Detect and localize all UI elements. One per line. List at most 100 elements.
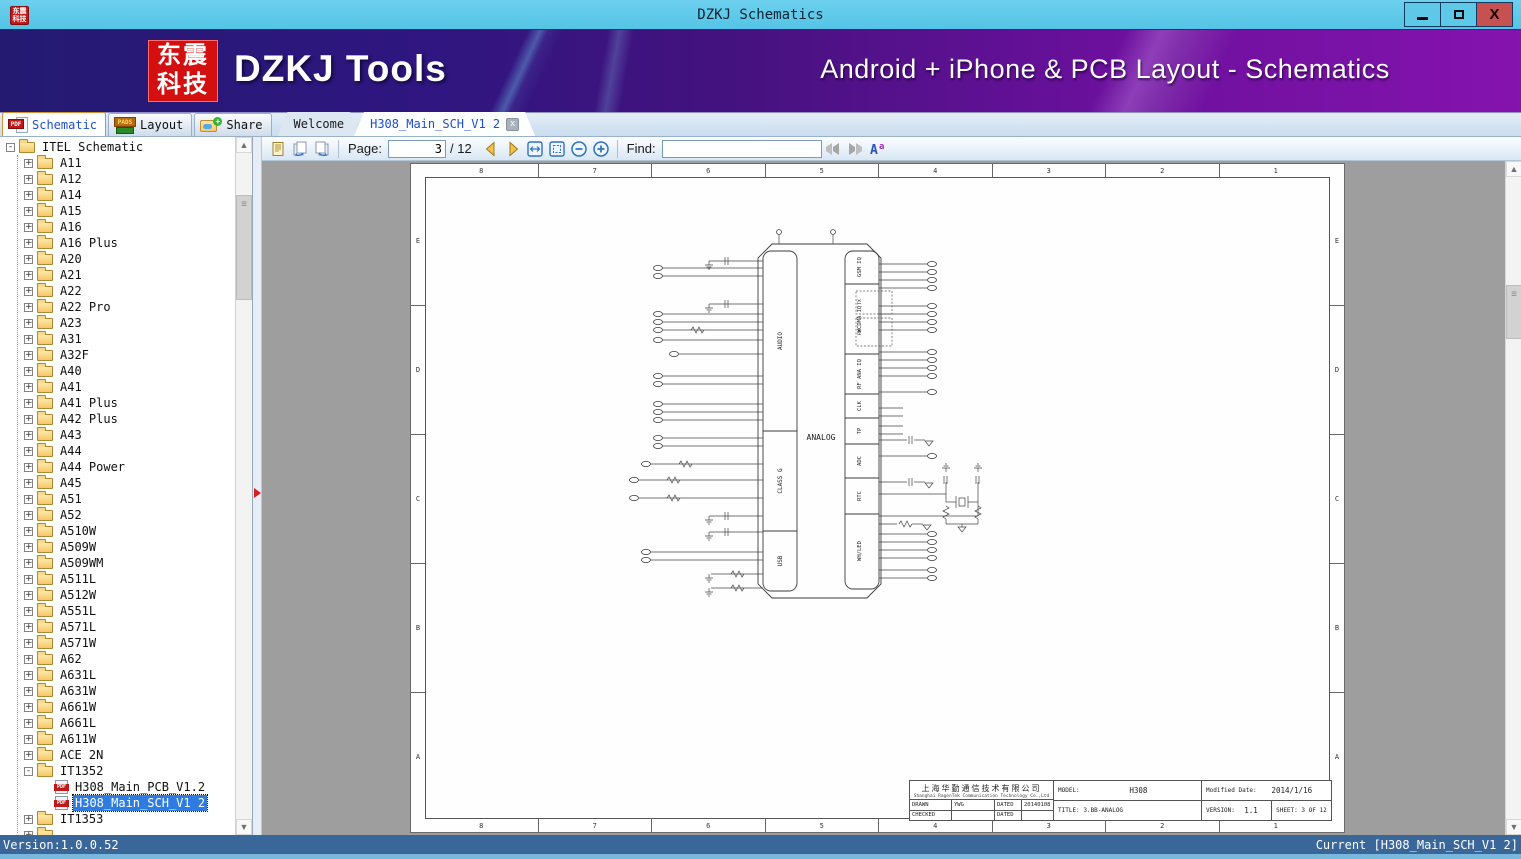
expand-icon[interactable]: + <box>24 702 33 712</box>
tree-item[interactable]: + A510W <box>0 522 235 539</box>
tree-item[interactable]: + A41 Plus <box>0 394 235 411</box>
tree-item[interactable]: + A511L <box>0 570 235 587</box>
tree-item-label[interactable]: A12 <box>58 171 84 187</box>
tree-item-label[interactable]: A45 <box>58 475 84 491</box>
expand-icon[interactable]: + <box>24 238 33 248</box>
tree-item-label[interactable]: A21 <box>58 267 84 283</box>
snapshot-prev-button[interactable] <box>289 138 311 159</box>
tree-item-label[interactable]: ITEL Schematic <box>40 139 145 155</box>
zoom-in-button[interactable] <box>590 138 612 159</box>
tree-item[interactable]: + A44 <box>0 442 235 459</box>
expand-icon[interactable]: + <box>24 670 33 680</box>
tree-item[interactable]: + A31 <box>0 330 235 347</box>
tree-item-label[interactable]: H308_Main_PCB_V1.2 <box>73 779 207 795</box>
tree-item[interactable]: PDF H308_Main_SCH_V1 2 <box>0 794 235 812</box>
tree-item[interactable]: + A509W <box>0 538 235 555</box>
expand-icon[interactable]: + <box>24 510 33 520</box>
expand-icon[interactable]: + <box>24 446 33 456</box>
tree-item[interactable]: + A42 Plus <box>0 410 235 427</box>
expand-icon[interactable]: + <box>24 606 33 616</box>
tree-item-label[interactable]: A509W <box>58 539 98 555</box>
tree-item-label[interactable]: A16 Plus <box>58 235 120 251</box>
tree-item[interactable]: + A44 Power <box>0 458 235 475</box>
tree-item[interactable]: + A62 <box>0 650 235 667</box>
tree-item-label[interactable]: A631L <box>58 667 98 683</box>
tree-item-label[interactable]: A32F <box>58 347 91 363</box>
tree-item[interactable]: + IT1353 <box>0 810 235 827</box>
tree-item[interactable]: + A12 <box>0 170 235 187</box>
expand-icon[interactable]: + <box>24 686 33 696</box>
tab-close-icon[interactable]: x <box>506 118 519 131</box>
fit-page-button[interactable] <box>546 138 568 159</box>
tree-item-label[interactable]: A52 <box>58 507 84 523</box>
find-input[interactable] <box>661 139 822 158</box>
expand-icon[interactable]: + <box>24 222 33 232</box>
tree-item-label[interactable]: A512W <box>58 587 98 603</box>
tree-item-label[interactable]: IT1353 <box>58 811 105 827</box>
tree-item-label[interactable]: A23 <box>58 315 84 331</box>
tree-item-label[interactable]: A631W <box>58 683 98 699</box>
expand-icon[interactable]: + <box>24 718 33 728</box>
tree-item-label[interactable]: A611W <box>58 731 98 747</box>
expand-icon[interactable]: + <box>24 638 33 648</box>
tree-item[interactable]: + A22 <box>0 282 235 299</box>
tree-item[interactable]: + A661L <box>0 714 235 731</box>
close-button[interactable]: X <box>1476 2 1513 27</box>
tree-item[interactable]: - IT1352 <box>0 762 235 779</box>
tree-item-label[interactable]: A571L <box>58 619 98 635</box>
tree-item-label[interactable]: A511L <box>58 571 98 587</box>
expand-icon[interactable]: + <box>24 750 33 760</box>
expand-icon[interactable]: + <box>24 558 33 568</box>
tree-item-label[interactable]: A51 <box>58 491 84 507</box>
expand-icon[interactable]: + <box>24 302 33 312</box>
tree-item-label[interactable]: A31 <box>58 331 84 347</box>
expand-icon[interactable]: + <box>24 174 33 184</box>
expand-icon[interactable]: + <box>24 366 33 376</box>
expand-icon[interactable]: + <box>24 190 33 200</box>
tree-item-label[interactable]: A11 <box>58 155 84 171</box>
tree-item-label[interactable]: A22 <box>58 283 84 299</box>
tree-item[interactable]: + A23 <box>0 314 235 331</box>
prev-page-button[interactable] <box>480 138 502 159</box>
expand-icon[interactable]: + <box>24 398 33 408</box>
expand-icon[interactable]: + <box>24 462 33 472</box>
doc-tab-h308[interactable]: H308_Main_SCH_V1 2 x <box>354 112 535 136</box>
tree-item[interactable]: + A631W <box>0 682 235 699</box>
expand-icon[interactable]: + <box>24 254 33 264</box>
tree-item[interactable]: + A611W <box>0 730 235 747</box>
tree-item[interactable]: + A16 <box>0 218 235 235</box>
find-next-button[interactable] <box>844 138 866 159</box>
splitter-collapse-icon[interactable] <box>254 488 261 498</box>
expand-icon[interactable]: + <box>24 478 33 488</box>
expand-icon[interactable]: + <box>24 206 33 216</box>
tree-item[interactable]: + <box>0 826 235 835</box>
doc-scroll-down-icon[interactable]: ▼ <box>1506 819 1521 835</box>
tree-item-label[interactable]: A509WM <box>58 555 105 571</box>
expand-icon[interactable]: + <box>24 430 33 440</box>
tree-item[interactable]: + A571W <box>0 634 235 651</box>
expand-icon[interactable]: + <box>24 318 33 328</box>
tree-item[interactable]: + A16 Plus <box>0 234 235 251</box>
expand-icon[interactable]: + <box>24 622 33 632</box>
expand-icon[interactable]: + <box>24 414 33 424</box>
tree-scrollbar[interactable]: ▲ ▼ <box>235 137 252 835</box>
expand-icon[interactable]: + <box>24 494 33 504</box>
tree-item[interactable]: + A45 <box>0 474 235 491</box>
tree-item[interactable]: + A551L <box>0 602 235 619</box>
doc-tab-welcome[interactable]: Welcome <box>278 112 361 136</box>
match-case-button[interactable]: Aa <box>866 138 888 159</box>
tree-item-label[interactable]: ACE 2N <box>58 747 105 763</box>
tree-item-label[interactable]: A41 Plus <box>58 395 120 411</box>
collapse-icon[interactable]: - <box>24 766 33 776</box>
tree-item-label[interactable]: IT1352 <box>58 763 105 779</box>
tree-item[interactable]: + A52 <box>0 506 235 523</box>
tree-item[interactable]: + A14 <box>0 186 235 203</box>
tab-layout[interactable]: PADS Layout <box>108 113 193 136</box>
tree-scrollbar-thumb[interactable] <box>236 195 252 300</box>
tree-item[interactable]: + A509WM <box>0 554 235 571</box>
scroll-down-icon[interactable]: ▼ <box>236 819 252 835</box>
tree-item[interactable]: + A571L <box>0 618 235 635</box>
expand-icon[interactable]: + <box>24 158 33 168</box>
tree-item[interactable]: + A512W <box>0 586 235 603</box>
tree-item[interactable]: + A661W <box>0 698 235 715</box>
